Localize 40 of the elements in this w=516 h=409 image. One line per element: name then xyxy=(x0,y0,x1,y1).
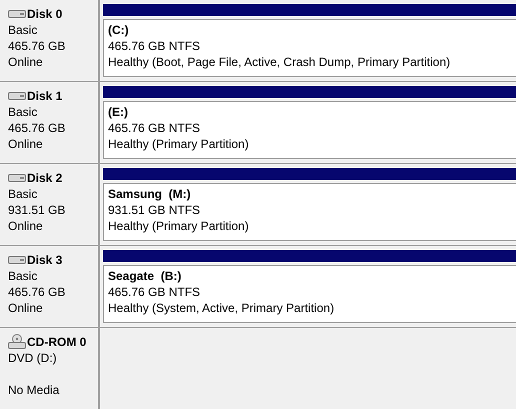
disk-detail: Basic xyxy=(8,186,38,202)
disk-name: Disk 0 xyxy=(27,6,62,22)
hard-drive-icon xyxy=(8,173,26,183)
disk-detail: Basic xyxy=(8,104,38,120)
media-status: No Media xyxy=(8,382,60,398)
disk-detail: Online xyxy=(8,136,44,152)
disk-name: Disk 1 xyxy=(27,88,62,104)
hard-drive-icon xyxy=(8,9,26,19)
disk-detail: 465.76 GB xyxy=(8,120,66,136)
partition-box[interactable]: (C:) 465.76 GB NTFS Healthy (Boot, Page File, Active, Crash Dump, Primary Partition) xyxy=(103,19,516,77)
disk-name: CD-ROM 0 xyxy=(27,334,86,350)
partition-status: Healthy (Primary Partition) xyxy=(108,218,250,234)
partition-status: Healthy (Primary Partition) xyxy=(108,136,250,152)
partition-label: (C:) xyxy=(108,22,130,38)
partition-size: 465.76 GB NTFS xyxy=(108,120,202,136)
partition-label: (E:) xyxy=(108,104,129,120)
partition-box[interactable]: Samsung (M:) 931.51 GB NTFS Healthy (Primary Partition) xyxy=(103,183,516,241)
disk-name: Disk 3 xyxy=(27,252,62,268)
partition-box[interactable]: (E:) 465.76 GB NTFS Healthy (Primary Partition) xyxy=(103,101,516,159)
partition-size: 465.76 GB NTFS xyxy=(108,38,202,54)
optical-drive-icon xyxy=(8,334,26,350)
disk-detail: 465.76 GB xyxy=(8,38,66,54)
partition-label: Seagate (B:) xyxy=(108,268,182,284)
disk-detail: Online xyxy=(8,54,44,70)
disk-detail: Online xyxy=(8,300,44,316)
hard-drive-icon xyxy=(8,91,26,101)
disk-detail: Basic xyxy=(8,22,38,38)
partition-size: 931.51 GB NTFS xyxy=(108,202,202,218)
disk-detail: Basic xyxy=(8,268,38,284)
disk-detail: Online xyxy=(8,218,44,234)
disk-detail: 465.76 GB xyxy=(8,284,66,300)
partition-status: Healthy (System, Active, Primary Partition) xyxy=(108,300,336,316)
disk-name: Disk 2 xyxy=(27,170,62,186)
disk-detail: DVD (D:) xyxy=(8,350,58,366)
partition-box[interactable]: Seagate (B:) 465.76 GB NTFS Healthy (System, Active, Primary Partition) xyxy=(103,265,516,323)
hard-drive-icon xyxy=(8,255,26,265)
partition-label: Samsung (M:) xyxy=(108,186,192,202)
partition-status: Healthy (Boot, Page File, Active, Crash Dump, Primary Partition) xyxy=(108,54,452,70)
disk-detail: 931.51 GB xyxy=(8,202,66,218)
partition-size: 465.76 GB NTFS xyxy=(108,284,202,300)
